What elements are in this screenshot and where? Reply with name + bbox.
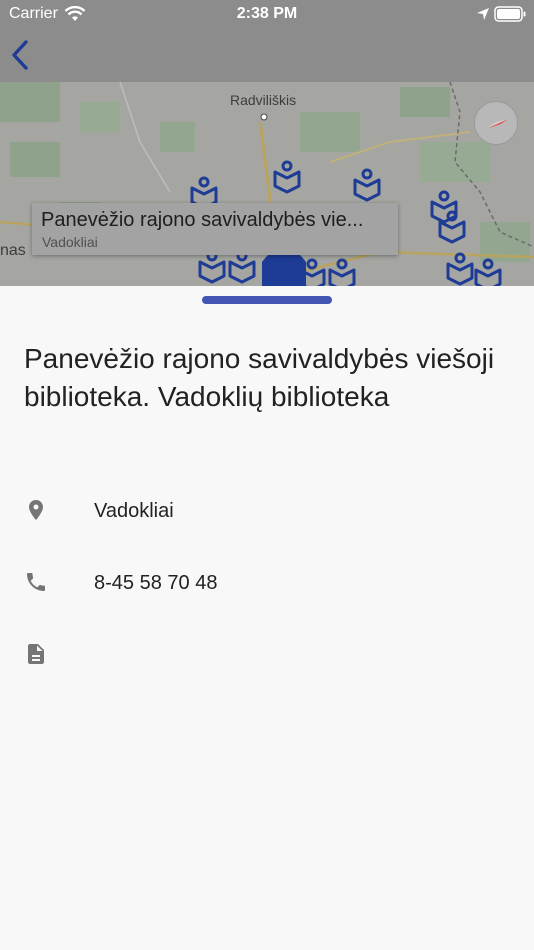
top-overlay: Carrier 2:38 PM — [0, 0, 534, 82]
map-tiles — [0, 82, 534, 286]
status-bar: Carrier 2:38 PM — [0, 0, 534, 30]
battery-icon — [494, 6, 526, 27]
map-edge-label: nas — [0, 242, 26, 259]
location-pin-icon — [29, 500, 43, 520]
compass-button[interactable] — [474, 101, 518, 145]
info-window-subtitle: Vadokliai — [42, 234, 98, 250]
library-title: Panevėžio rajono savivaldybės viešoji bi… — [24, 343, 495, 412]
address-row[interactable]: Vadokliai — [0, 490, 534, 530]
back-button[interactable] — [6, 38, 36, 72]
chevron-left-icon — [12, 40, 28, 70]
sheet-drag-handle[interactable] — [202, 296, 332, 304]
document-row[interactable] — [0, 634, 534, 674]
detail-sheet: Panevėžio rajono savivaldybės viešoji bi… — [0, 286, 534, 950]
phone-text: 8-45 58 70 48 — [94, 572, 218, 594]
compass-icon — [486, 119, 508, 129]
map-town-label: Radviliškis — [230, 92, 297, 108]
phone-icon — [27, 573, 45, 591]
map-info-window[interactable]: Panevėžio rajono savivaldybės vie... Vad… — [32, 203, 398, 255]
info-window-title: Panevėžio rajono savivaldybės vie... — [41, 209, 364, 231]
document-icon — [28, 644, 44, 664]
map-view[interactable]: Radviliškis nas Panevėžio rajono savival… — [0, 82, 534, 286]
location-arrow-icon — [476, 7, 490, 26]
phone-row[interactable]: 8-45 58 70 48 — [0, 562, 534, 602]
status-time: 2:38 PM — [236, 5, 298, 22]
address-text: Vadokliai — [94, 500, 174, 522]
